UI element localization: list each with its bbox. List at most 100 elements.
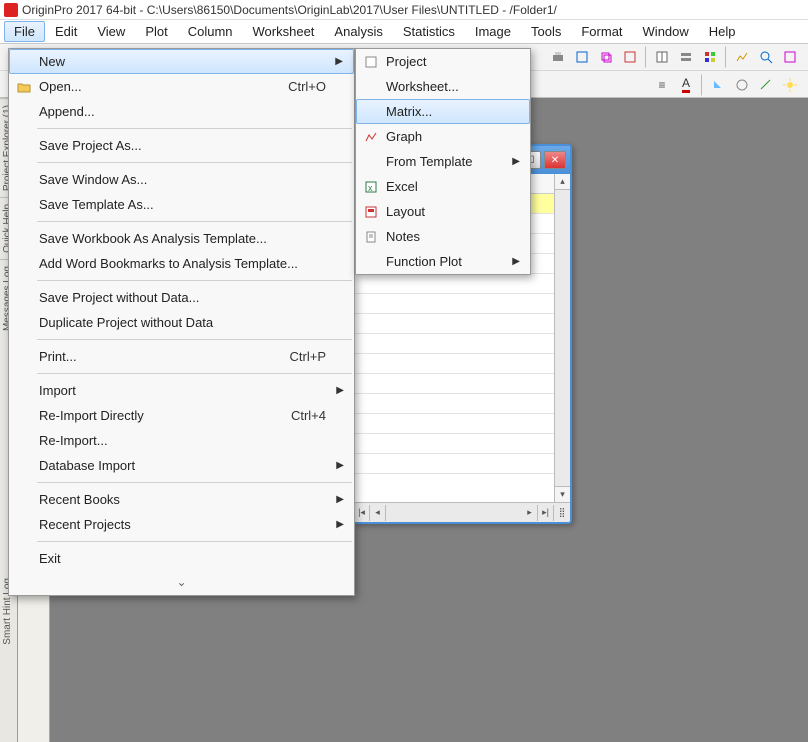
vertical-scrollbar[interactable]: ▴ ▾: [554, 174, 570, 502]
menu-exit[interactable]: Exit: [9, 546, 354, 571]
menu-column[interactable]: Column: [178, 21, 243, 42]
menu-print[interactable]: Print... Ctrl+P: [9, 344, 354, 369]
tool-graph-type-icon[interactable]: [731, 46, 753, 68]
menu-file[interactable]: File: [4, 21, 45, 42]
menu-save-project-without-data[interactable]: Save Project without Data...: [9, 285, 354, 310]
submenu-excel[interactable]: x Excel: [356, 174, 530, 199]
tool-fill-icon[interactable]: [707, 74, 729, 96]
menu-image[interactable]: Image: [465, 21, 521, 42]
tool-select-icon[interactable]: [779, 46, 801, 68]
open-folder-icon: [16, 79, 32, 95]
menu-save-project-as[interactable]: Save Project As...: [9, 133, 354, 158]
table-row[interactable]: [354, 294, 554, 314]
menu-append[interactable]: Append...: [9, 99, 354, 124]
menu-window[interactable]: Window: [633, 21, 699, 42]
tool-refresh-icon[interactable]: [619, 46, 641, 68]
scroll-right-icon[interactable]: ▸: [522, 505, 538, 521]
menu-statistics[interactable]: Statistics: [393, 21, 465, 42]
menu-expand-icon[interactable]: ⌄: [9, 571, 354, 589]
horizontal-scrollbar[interactable]: |◂ ◂ ▸ ▸| ⣿: [354, 502, 570, 522]
submenu-from-template[interactable]: From Template ▶: [356, 149, 530, 174]
menu-label: Function Plot: [386, 254, 462, 269]
menu-plot[interactable]: Plot: [135, 21, 177, 42]
tool-new-workbook-icon[interactable]: [651, 46, 673, 68]
scroll-first-icon[interactable]: |◂: [354, 505, 370, 521]
tool-light-icon[interactable]: [779, 74, 801, 96]
close-button[interactable]: ✕: [544, 151, 566, 169]
tool-line-color-icon[interactable]: [755, 74, 777, 96]
menu-save-workbook-analysis-template[interactable]: Save Workbook As Analysis Template...: [9, 226, 354, 251]
toolbar-separator: [645, 46, 647, 68]
menu-label: Print...: [39, 349, 77, 364]
scroll-last-icon[interactable]: ▸|: [538, 505, 554, 521]
menu-tools[interactable]: Tools: [521, 21, 571, 42]
menu-new[interactable]: New ▶: [9, 49, 354, 74]
menu-worksheet[interactable]: Worksheet: [243, 21, 325, 42]
table-row[interactable]: [354, 314, 554, 334]
tool-line-style-icon[interactable]: ≡: [651, 74, 673, 96]
table-row[interactable]: [354, 454, 554, 474]
submenu-project[interactable]: Project: [356, 49, 530, 74]
tool-font-color-icon[interactable]: A: [675, 74, 697, 96]
submenu-matrix[interactable]: Matrix...: [356, 99, 530, 124]
menu-view[interactable]: View: [87, 21, 135, 42]
graph-icon: [363, 129, 379, 145]
menu-label: Append...: [39, 104, 95, 119]
menu-label: Worksheet...: [386, 79, 459, 94]
menu-analysis[interactable]: Analysis: [324, 21, 392, 42]
menu-label: Exit: [39, 551, 61, 566]
menu-label: Save Template As...: [39, 197, 154, 212]
menu-reimport[interactable]: Re-Import...: [9, 428, 354, 453]
submenu-worksheet[interactable]: Worksheet...: [356, 74, 530, 99]
menu-format[interactable]: Format: [571, 21, 632, 42]
menu-duplicate-project-without-data[interactable]: Duplicate Project without Data: [9, 310, 354, 335]
table-row[interactable]: [354, 414, 554, 434]
tool-pattern-icon[interactable]: [731, 74, 753, 96]
table-row[interactable]: [354, 374, 554, 394]
menu-label: Notes: [386, 229, 420, 244]
left-dock-bottom: Smart Hint Log: [0, 572, 18, 742]
menu-edit[interactable]: Edit: [45, 21, 87, 42]
project-icon: [363, 54, 379, 70]
tool-print-icon[interactable]: [547, 46, 569, 68]
table-row[interactable]: [354, 434, 554, 454]
menu-help[interactable]: Help: [699, 21, 746, 42]
tool-layers-icon[interactable]: [675, 46, 697, 68]
table-row[interactable]: [354, 394, 554, 414]
menu-label: Import: [39, 383, 76, 398]
submenu-graph[interactable]: Graph: [356, 124, 530, 149]
menu-label: Recent Projects: [39, 517, 131, 532]
submenu-layout[interactable]: Layout: [356, 199, 530, 224]
table-row[interactable]: [354, 274, 554, 294]
tool-duplicate-icon[interactable]: [595, 46, 617, 68]
menu-open[interactable]: Open... Ctrl+O: [9, 74, 354, 99]
menu-shortcut: Ctrl+4: [291, 408, 326, 423]
tool-palette-icon[interactable]: [699, 46, 721, 68]
scroll-up-icon[interactable]: ▴: [555, 174, 570, 190]
menu-label: From Template: [386, 154, 472, 169]
menu-separator: [37, 541, 352, 542]
scroll-down-icon[interactable]: ▾: [555, 486, 570, 502]
menu-separator: [37, 221, 352, 222]
menu-label: New: [39, 54, 65, 69]
menu-recent-projects[interactable]: Recent Projects ▶: [9, 512, 354, 537]
table-row[interactable]: [354, 334, 554, 354]
menu-add-word-bookmarks[interactable]: Add Word Bookmarks to Analysis Template.…: [9, 251, 354, 276]
submenu-function-plot[interactable]: Function Plot ▶: [356, 249, 530, 274]
resize-grip-icon[interactable]: ⣿: [554, 505, 570, 521]
tool-zoom-icon[interactable]: [755, 46, 777, 68]
tool-preview-icon[interactable]: [571, 46, 593, 68]
menu-save-template-as[interactable]: Save Template As...: [9, 192, 354, 217]
scroll-track[interactable]: [386, 505, 522, 521]
table-row[interactable]: [354, 354, 554, 374]
excel-icon: x: [363, 179, 379, 195]
menu-label: Save Workbook As Analysis Template...: [39, 231, 267, 246]
menu-reimport-directly[interactable]: Re-Import Directly Ctrl+4: [9, 403, 354, 428]
menu-database-import[interactable]: Database Import ▶: [9, 453, 354, 478]
submenu-notes[interactable]: Notes: [356, 224, 530, 249]
menu-save-window-as[interactable]: Save Window As...: [9, 167, 354, 192]
submenu-arrow-icon: ▶: [336, 494, 344, 505]
menu-recent-books[interactable]: Recent Books ▶: [9, 487, 354, 512]
menu-import[interactable]: Import ▶: [9, 378, 354, 403]
scroll-left-icon[interactable]: ◂: [370, 505, 386, 521]
